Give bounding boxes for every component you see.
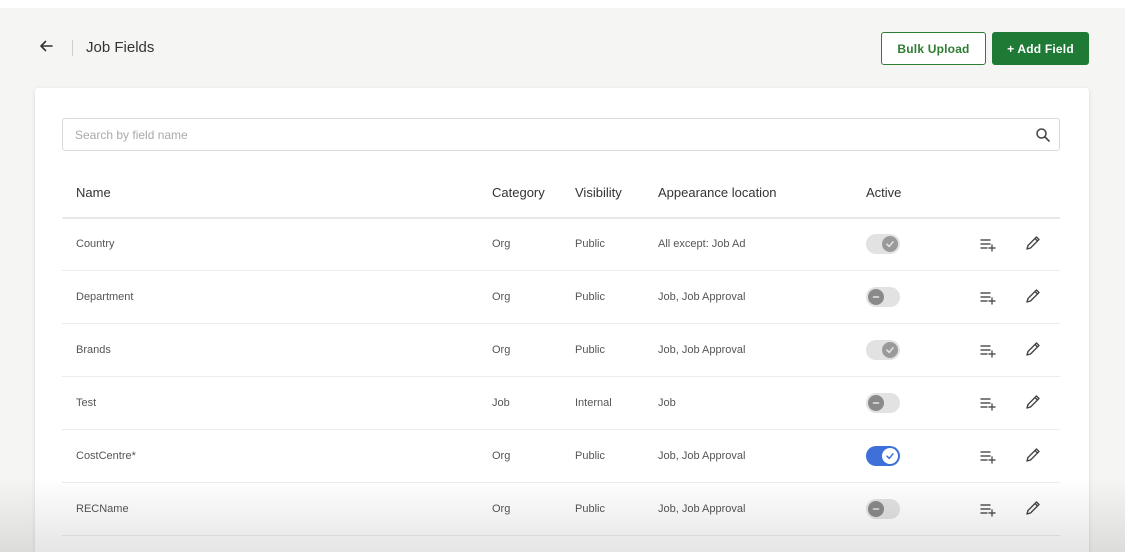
check-icon bbox=[886, 453, 894, 460]
pencil-icon[interactable] bbox=[1024, 446, 1042, 464]
back-button[interactable] bbox=[38, 38, 54, 58]
toggle-knob bbox=[882, 236, 898, 252]
playlist-add-icon[interactable] bbox=[979, 394, 997, 412]
pencil-icon[interactable] bbox=[1024, 287, 1042, 305]
page-title: Job Fields bbox=[86, 39, 155, 56]
check-icon bbox=[886, 347, 894, 354]
search-icon[interactable] bbox=[1035, 127, 1051, 143]
top-strip bbox=[0, 0, 1125, 8]
table-row: Department Org Public Job, Job Approval bbox=[62, 271, 1060, 324]
playlist-add-icon[interactable] bbox=[979, 288, 997, 306]
active-toggle[interactable] bbox=[866, 499, 900, 519]
minus-icon bbox=[872, 296, 880, 298]
pencil-icon[interactable] bbox=[1024, 393, 1042, 411]
active-toggle[interactable] bbox=[866, 393, 900, 413]
column-header-visibility[interactable]: Visibility bbox=[575, 185, 622, 200]
playlist-add-icon[interactable] bbox=[979, 341, 997, 359]
toggle-knob bbox=[882, 448, 898, 464]
cell-name: RECName bbox=[76, 503, 129, 515]
add-field-button[interactable]: + Add Field bbox=[992, 32, 1089, 65]
column-header-name[interactable]: Name bbox=[76, 185, 111, 200]
table-row: Brands Org Public Job, Job Approval bbox=[62, 324, 1060, 377]
active-toggle[interactable] bbox=[866, 234, 900, 254]
cell-appearance-location: Job bbox=[658, 397, 676, 409]
cell-name: Country bbox=[76, 238, 115, 250]
cell-category: Org bbox=[492, 344, 511, 356]
cell-category: Job bbox=[492, 397, 510, 409]
pencil-icon[interactable] bbox=[1024, 499, 1042, 517]
cell-visibility: Public bbox=[575, 238, 605, 250]
cell-appearance-location: Job, Job Approval bbox=[658, 344, 746, 356]
table-row: RECName Org Public Job, Job Approval bbox=[62, 483, 1060, 536]
minus-icon bbox=[872, 508, 880, 510]
cell-category: Org bbox=[492, 238, 511, 250]
cell-name: Test bbox=[76, 397, 97, 409]
cell-name: Department bbox=[76, 291, 134, 303]
cell-name: CostCentre* bbox=[76, 450, 136, 462]
app-root: Job Fields Bulk Upload + Add Field Name … bbox=[0, 0, 1125, 552]
table-row: Country Org Public All except: Job Ad bbox=[62, 218, 1060, 271]
cell-appearance-location: All except: Job Ad bbox=[658, 238, 746, 250]
pencil-icon[interactable] bbox=[1024, 234, 1042, 252]
active-toggle[interactable] bbox=[866, 446, 900, 466]
search-box bbox=[62, 118, 1060, 151]
table-body: Country Org Public All except: Job Ad De… bbox=[62, 218, 1060, 536]
search-input[interactable] bbox=[75, 119, 1005, 150]
active-toggle[interactable] bbox=[866, 340, 900, 360]
check-icon bbox=[886, 241, 894, 248]
cell-visibility: Public bbox=[575, 344, 605, 356]
playlist-add-icon[interactable] bbox=[979, 447, 997, 465]
cell-appearance-location: Job, Job Approval bbox=[658, 503, 746, 515]
cell-visibility: Public bbox=[575, 291, 605, 303]
column-header-category[interactable]: Category bbox=[492, 185, 545, 200]
cell-visibility: Internal bbox=[575, 397, 612, 409]
playlist-add-icon[interactable] bbox=[979, 500, 997, 518]
toggle-knob bbox=[868, 289, 884, 305]
pencil-icon[interactable] bbox=[1024, 340, 1042, 358]
active-toggle[interactable] bbox=[866, 287, 900, 307]
toggle-knob bbox=[868, 395, 884, 411]
page-header: Job Fields Bulk Upload + Add Field bbox=[0, 8, 1125, 86]
cell-category: Org bbox=[492, 291, 511, 303]
cell-appearance-location: Job, Job Approval bbox=[658, 450, 746, 462]
bulk-upload-button[interactable]: Bulk Upload bbox=[881, 32, 986, 65]
column-header-active[interactable]: Active bbox=[866, 185, 901, 200]
cell-category: Org bbox=[492, 503, 511, 515]
cell-visibility: Public bbox=[575, 503, 605, 515]
arrow-left-icon bbox=[40, 40, 53, 52]
minus-icon bbox=[872, 402, 880, 404]
toggle-knob bbox=[882, 342, 898, 358]
cell-appearance-location: Job, Job Approval bbox=[658, 291, 746, 303]
table-row: CostCentre* Org Public Job, Job Approval bbox=[62, 430, 1060, 483]
table-header: Name Category Visibility Appearance loca… bbox=[62, 171, 1060, 219]
playlist-add-icon[interactable] bbox=[979, 235, 997, 253]
cell-category: Org bbox=[492, 450, 511, 462]
header-divider bbox=[72, 40, 73, 56]
job-fields-card: Name Category Visibility Appearance loca… bbox=[35, 88, 1089, 552]
table-row: Test Job Internal Job bbox=[62, 377, 1060, 430]
cell-visibility: Public bbox=[575, 450, 605, 462]
column-header-appearance-location[interactable]: Appearance location bbox=[658, 185, 777, 200]
toggle-knob bbox=[868, 501, 884, 517]
cell-name: Brands bbox=[76, 344, 111, 356]
